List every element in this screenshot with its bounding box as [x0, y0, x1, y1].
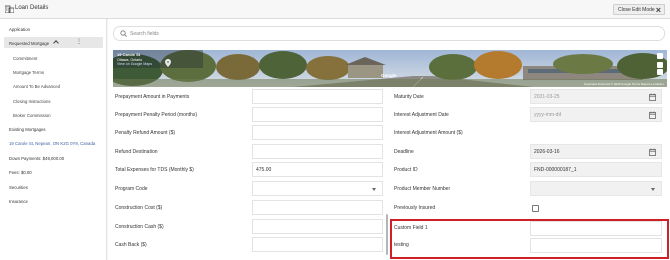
top-bar: Loan Details Close Edit Mode × [0, 0, 670, 19]
field-prepayment-penalty-period: Prepayment Penalty Period (months) [108, 107, 388, 126]
map-footer: Keyboard shortcuts © 2026 Google Terms R… [584, 82, 664, 86]
field-value: 475.00 [256, 167, 272, 173]
sidebar-item-securities[interactable]: Securities [9, 185, 28, 190]
street-view-map[interactable]: 19 Carole St Ottawa, Ontario View on Goo… [113, 50, 667, 87]
field-label: Program Code [115, 186, 148, 192]
sidebar-item-commitment[interactable]: Commitment [13, 56, 37, 61]
field-label: Cash Back ($) [115, 242, 147, 248]
fullscreen-icon[interactable] [657, 53, 663, 59]
field-penalty-refund-amount: Penalty Refund Amount ($) [108, 125, 388, 144]
field-program-code: Program Code [108, 181, 388, 200]
calendar-icon[interactable] [649, 111, 656, 119]
field-refund-destination: Refund Destination [108, 144, 388, 163]
construction-cost-input[interactable] [252, 200, 383, 215]
chevron-down-icon [651, 188, 655, 191]
search-bar[interactable] [113, 26, 665, 41]
highlight-box [390, 219, 669, 259]
sidebar-item-closing-instructions[interactable]: Closing Instructions [13, 99, 51, 104]
field-label: Prepayment Amount in Payments [115, 94, 190, 100]
sidebar-item-amount-to-be-advanced[interactable]: Amount To Be Advanced [13, 84, 60, 89]
field-product-id: Product ID FND-000000187_1 [390, 162, 665, 181]
construction-cash-input[interactable] [252, 219, 383, 234]
field-label: Penalty Refund Amount ($) [115, 130, 176, 136]
deadline-input[interactable]: 2026-03-16 [530, 144, 662, 159]
sidebar-item-property-address[interactable]: 19 Carole St, Nepean, ON K2G 0Y9, Canada [9, 141, 95, 146]
refund-destination-input[interactable] [252, 144, 383, 159]
calendar-icon[interactable] [649, 93, 656, 101]
field-label: Product ID [394, 167, 418, 173]
field-product-member-number: Product Member Number [390, 181, 665, 200]
total-expenses-tds-input[interactable]: 475.00 [252, 162, 383, 177]
field-label: Product Member Number [394, 186, 451, 192]
previously-insured-checkbox[interactable] [532, 205, 539, 212]
zoom-in-icon[interactable] [657, 62, 663, 68]
bank-icon [5, 5, 14, 13]
penalty-refund-amount-input[interactable] [252, 125, 383, 140]
field-label: Total Expenses for TDS (Monthly $) [115, 167, 194, 173]
field-label: Previously Insured [394, 205, 436, 211]
search-input[interactable] [130, 29, 630, 38]
sidebar-item-down-payments[interactable]: Down Payments: $49,000.00 [9, 156, 64, 161]
field-deadline: Deadline 2026-03-16 [390, 144, 665, 163]
view-on-google-maps-link[interactable]: View on Google Maps [117, 62, 152, 67]
field-value: FND-000000187_1 [534, 167, 577, 173]
maturity-date-input[interactable]: 2031-03-25 [530, 89, 662, 104]
field-total-expenses-tds: Total Expenses for TDS (Monthly $) 475.0… [108, 162, 388, 181]
product-id-input[interactable]: FND-000000187_1 [530, 162, 662, 177]
scrollbar[interactable] [386, 214, 388, 255]
sidebar-item-requested-mortgage[interactable]: Requested Mortgage [9, 41, 49, 46]
sidebar-item-insurance[interactable]: Insurance [9, 199, 28, 204]
map-address-block: 19 Carole St Ottawa, Ontario View on Goo… [117, 52, 152, 67]
field-interest-adjustment-date: Interest Adjustment Date yyyy-mm-dd [390, 107, 665, 126]
field-previously-insured: Previously Insured [390, 200, 665, 219]
page-title: Loan Details [15, 5, 49, 11]
sidebar-item-broker-commission[interactable]: Broker Commission [13, 113, 51, 118]
field-cash-back: Cash Back ($) [108, 237, 388, 256]
sidebar-item-existing-mortgages[interactable]: Existing Mortgages [9, 127, 46, 132]
sidebar-item-application[interactable]: Application [9, 27, 30, 32]
prepayment-amount-input[interactable] [252, 89, 383, 104]
field-maturity-date: Maturity Date 2031-03-25 [390, 89, 665, 108]
map-pin-icon [165, 59, 171, 67]
more-options-icon[interactable]: ⋮ [76, 39, 82, 45]
field-value: 2026-03-16 [534, 149, 560, 155]
prepayment-penalty-period-input[interactable] [252, 107, 383, 122]
cash-back-input[interactable] [252, 237, 383, 252]
field-label: Construction Cost ($) [115, 205, 163, 211]
field-interest-adjustment-amount: Interest Adjustment Amount ($) [390, 125, 665, 144]
field-label: Construction Cash ($) [115, 224, 164, 230]
field-label: Maturity Date [394, 94, 424, 100]
field-construction-cash: Construction Cash ($) [108, 219, 388, 238]
close-icon: × [655, 5, 661, 15]
search-icon [120, 30, 127, 37]
sidebar-item-mortgage-terms[interactable]: Mortgage Terms [13, 70, 44, 75]
field-label: Interest Adjustment Amount ($) [394, 130, 463, 136]
field-label: Interest Adjustment Date [394, 112, 449, 118]
field-value: 2031-03-25 [534, 94, 560, 100]
field-construction-cost: Construction Cost ($) [108, 200, 388, 219]
interest-adjustment-date-input[interactable]: yyyy-mm-dd [530, 107, 662, 122]
zoom-out-icon[interactable] [657, 69, 663, 75]
chevron-down-icon [372, 188, 376, 191]
sidebar: Application Requested Mortgage ⋮ Commitm… [0, 19, 107, 260]
product-member-number-select[interactable] [530, 181, 662, 196]
field-label: Prepayment Penalty Period (months) [115, 112, 197, 118]
field-label: Deadline [394, 149, 414, 155]
close-edit-mode-label: Close Edit Mode [618, 6, 655, 13]
program-code-select[interactable] [252, 181, 383, 196]
field-placeholder: yyyy-mm-dd [534, 112, 562, 118]
calendar-icon[interactable] [649, 148, 656, 156]
close-edit-mode-button[interactable]: Close Edit Mode × [613, 4, 665, 15]
sidebar-item-fees[interactable]: Fees: $0.00 [9, 170, 32, 175]
google-logo: Google [381, 73, 397, 78]
field-label: Refund Destination [115, 149, 158, 155]
field-prepayment-amount-in-payments: Prepayment Amount in Payments [108, 89, 388, 108]
